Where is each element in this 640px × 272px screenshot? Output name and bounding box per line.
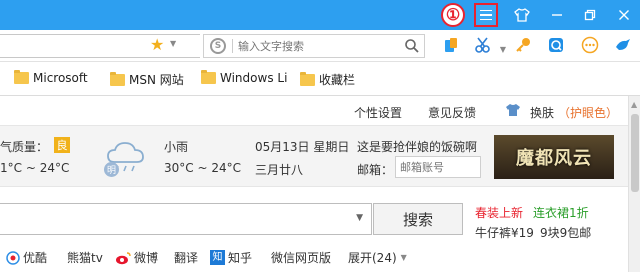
quicklink-zhihu[interactable]: 知 知乎 — [210, 249, 252, 266]
quicklink-label: 展开(24) — [348, 251, 397, 265]
quicklink-youku[interactable]: 优酷 — [6, 249, 47, 266]
quicklink-label: 熊猫tv — [67, 251, 103, 265]
skin-icon — [514, 8, 530, 22]
bookmark-label: Windows Li — [220, 71, 288, 85]
ad-link[interactable]: 牛仔裤¥19 — [475, 224, 534, 241]
feedback-link[interactable]: 意见反馈 — [428, 104, 476, 121]
restore-button[interactable] — [578, 3, 602, 27]
chevron-down-icon: ▼ — [400, 253, 407, 262]
divider — [232, 39, 233, 53]
email-field[interactable] — [395, 156, 481, 178]
bookmark-item[interactable]: Microsoft — [14, 70, 88, 85]
expand-quicklinks[interactable]: 展开(24) ▼ — [348, 249, 407, 266]
bookmark-label: 收藏栏 — [319, 73, 356, 87]
search-icon[interactable] — [404, 38, 420, 54]
quicklink-label: 微博 — [134, 251, 159, 265]
more-icon[interactable] — [579, 34, 601, 56]
quicklink-wechat-web[interactable]: 微信网页版 — [271, 249, 331, 266]
weather-temp: 30°C ~ 24°C — [164, 161, 241, 175]
skin-button[interactable] — [510, 3, 534, 27]
air-quality-label: 气质量： — [0, 140, 49, 154]
search-engine-icon[interactable]: S — [210, 38, 226, 54]
settings-link[interactable]: 个性设置 — [354, 104, 402, 121]
quicklink-weibo[interactable]: 微博 — [115, 249, 158, 266]
skin-icon — [506, 104, 520, 116]
close-button[interactable] — [612, 3, 636, 27]
ad-link[interactable]: 连衣裙1折 — [533, 204, 589, 221]
folder-icon — [201, 70, 216, 84]
youku-icon — [6, 250, 20, 265]
quicklink-label: 优酷 — [23, 251, 48, 265]
eye-care-link[interactable]: （护眼色） — [558, 104, 618, 121]
weather-condition: 小雨 — [164, 140, 189, 154]
mail-promo-link[interactable]: 这是要抢伴娘的饭碗啊 — [357, 138, 477, 155]
weather-temp-left: 1°C ~ 24°C — [0, 161, 70, 175]
close-icon — [619, 10, 629, 20]
phone-sync-icon[interactable] — [440, 34, 462, 56]
favorite-star-icon[interactable]: ★ — [150, 35, 164, 54]
weibo-icon — [116, 251, 131, 264]
search-box: S — [203, 34, 425, 58]
game-banner[interactable]: 魔都风云 — [494, 135, 614, 179]
lunar-date-label: 三月廿八 — [255, 163, 304, 177]
bookmark-item[interactable]: Windows Li — [201, 70, 288, 85]
quicklink-label: 翻译 — [174, 251, 199, 265]
key-icon[interactable] — [512, 34, 534, 56]
minimize-button[interactable] — [545, 3, 569, 27]
address-bar: ★ ▼ S — [0, 30, 640, 62]
search-button[interactable]: 搜索 — [373, 203, 463, 235]
chevron-down-icon[interactable]: ▼ — [492, 38, 514, 60]
air-quality-badge: 良 — [54, 137, 70, 153]
main-search-input[interactable]: ▼ — [0, 203, 372, 235]
folder-icon — [300, 71, 315, 86]
restore-icon — [584, 9, 596, 21]
ad-link[interactable]: 春装上新 — [475, 204, 523, 221]
vertical-scrollbar[interactable]: ▲ — [628, 96, 640, 272]
bird-icon[interactable] — [612, 34, 634, 56]
folder-icon — [14, 70, 29, 84]
scrollbar-thumb[interactable] — [631, 114, 639, 192]
bookmark-item[interactable]: MSN 网站 — [110, 71, 184, 88]
quicklink-panda[interactable]: 熊猫tv — [67, 249, 103, 266]
bookmark-item[interactable]: 收藏栏 — [300, 71, 355, 88]
ad-link[interactable]: 9块9包邮 — [540, 224, 591, 241]
scroll-up-icon[interactable]: ▲ — [631, 100, 637, 109]
step-annotation: ① — [441, 3, 465, 27]
quicklink-label: 微信网页版 — [271, 251, 332, 265]
scissors-icon[interactable] — [472, 34, 494, 56]
screenshot-icon[interactable] — [545, 34, 567, 56]
menu-icon — [480, 8, 492, 22]
folder-icon — [110, 71, 125, 86]
bookmark-label: Microsoft — [33, 71, 88, 85]
minimize-icon — [552, 14, 562, 16]
date-label: 05月13日 星期日 — [255, 140, 350, 154]
chevron-down-icon[interactable]: ▼ — [170, 39, 176, 48]
menu-button[interactable] — [474, 3, 498, 27]
skin-link[interactable]: 换肤 — [530, 104, 554, 121]
search-input[interactable] — [238, 37, 398, 55]
quicklink-translate[interactable]: 翻译 — [174, 249, 198, 266]
bookmarks-bar: Microsoft MSN 网站 Windows Li 收藏栏 — [0, 62, 640, 96]
title-bar: ① — [0, 0, 640, 30]
zhihu-icon: 知 — [210, 250, 225, 265]
tomorrow-badge: 明 — [104, 162, 119, 177]
quicklink-label: 知乎 — [228, 251, 253, 265]
bookmark-label: MSN 网站 — [129, 73, 184, 87]
mail-label: 邮箱： — [357, 163, 394, 177]
chevron-down-icon[interactable]: ▼ — [356, 213, 363, 223]
